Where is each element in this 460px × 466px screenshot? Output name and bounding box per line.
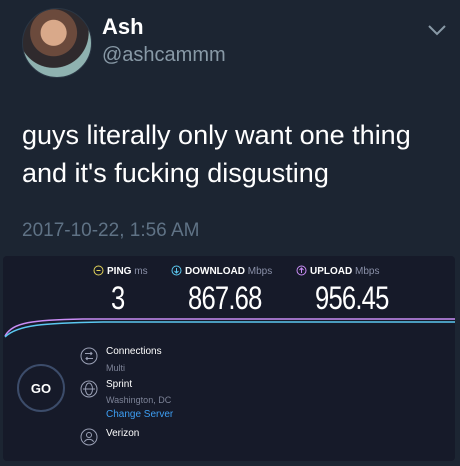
tweet-text: guys literally only want one thing and i…	[22, 120, 411, 188]
download-unit: Mbps	[247, 266, 273, 277]
avatar[interactable]	[22, 8, 92, 78]
display-name[interactable]: Ash	[102, 14, 144, 40]
download-value: 867.68	[188, 280, 262, 316]
download-line	[4, 321, 455, 338]
server-name: Sprint	[106, 379, 133, 390]
go-button[interactable]: GO	[17, 364, 65, 412]
change-server-link[interactable]: Change Server	[106, 409, 173, 420]
upload-label: UPLOAD	[310, 266, 353, 277]
ping-value: 3	[111, 280, 125, 316]
download-icon	[171, 265, 182, 276]
ping-icon	[93, 265, 104, 276]
upload-unit: Mbps	[355, 266, 380, 277]
ping-label: PING	[107, 266, 132, 277]
connections-value[interactable]: Multi	[106, 363, 125, 373]
tweet-timestamp: 2017-10-22, 1:56 AM	[22, 220, 200, 241]
globe-icon	[80, 380, 98, 398]
ping-unit: ms	[134, 266, 148, 277]
ping-header: PING ms	[93, 265, 148, 277]
chevron-down-icon[interactable]	[426, 22, 448, 38]
tweet: Ash @ashcammm guys literally only want o…	[0, 0, 460, 252]
speed-graph	[4, 318, 455, 338]
upload-icon	[296, 265, 307, 276]
download-label: DOWNLOAD	[185, 266, 245, 277]
user-icon	[80, 428, 98, 446]
connections-label: Connections	[106, 346, 162, 357]
connections-icon	[80, 347, 98, 365]
speedtest-card: PING ms DOWNLOAD Mbps UPLOAD Mbps 3 867.…	[3, 256, 455, 461]
upload-header: UPLOAD Mbps	[296, 265, 379, 277]
upload-value: 956.45	[315, 280, 389, 316]
download-header: DOWNLOAD Mbps	[171, 265, 272, 277]
server-location: Washington, DC	[106, 395, 172, 405]
isp-name: Verizon	[106, 428, 140, 439]
user-handle[interactable]: @ashcammm	[102, 44, 226, 67]
